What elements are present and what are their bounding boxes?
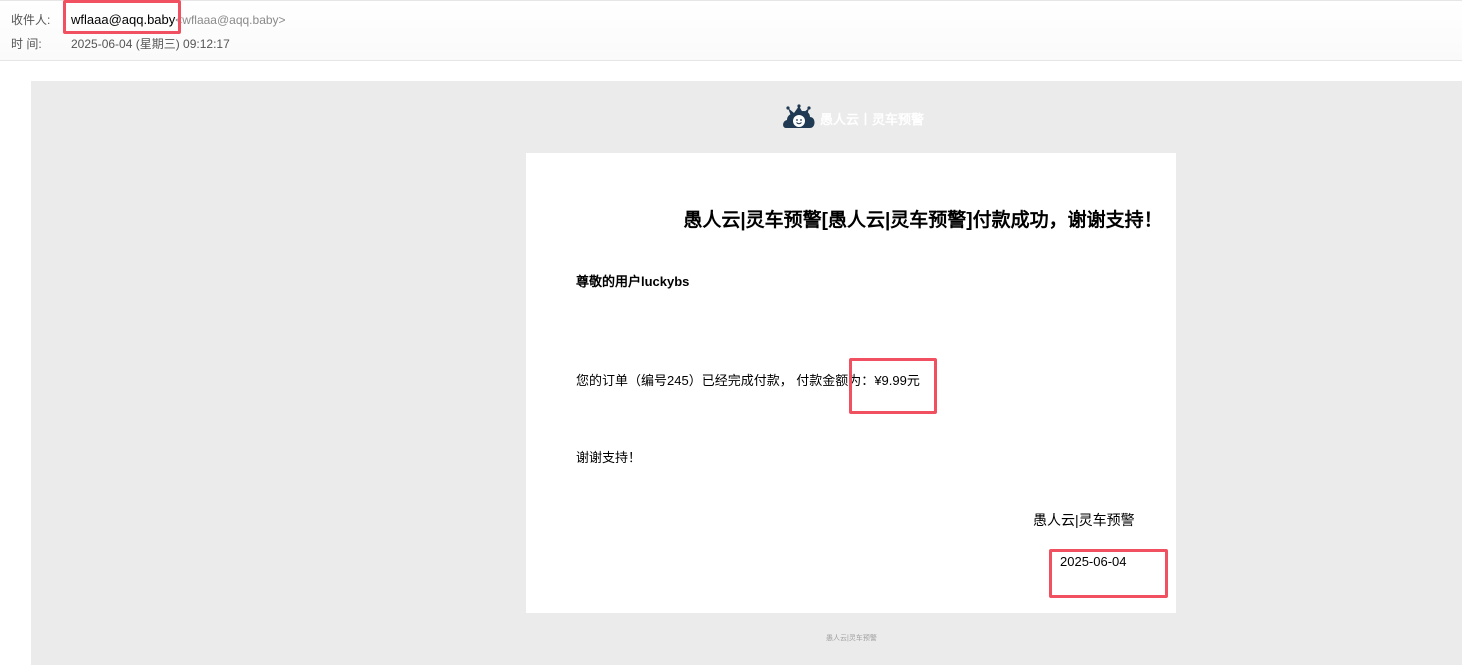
brand-name: 愚人云丨灵车预警 <box>820 111 925 127</box>
highlight-box-date <box>1049 549 1168 598</box>
payment-message-text: 您的订单（编号245）已经完成付款， 付款金额为： <box>576 373 875 388</box>
recipient-label: 收件人: <box>11 13 51 27</box>
time-label: 时 间: <box>11 37 42 51</box>
mail-header: 收件人: wflaaa@aqq.baby<wflaaa@aqq.baby> 时 间… <box>0 0 1462 61</box>
email-title: 愚人云|灵车预警[愚人云|灵车预警]付款成功，谢谢支持！ <box>683 210 1163 231</box>
time-row: 时 间: 2025-06-04 (星期三) 09:12:17 <box>11 35 230 53</box>
time-value: 2025-06-04 (星期三) 09:12:17 <box>71 37 230 51</box>
brand-header: 愚人云丨灵车预警 <box>782 104 924 132</box>
recipient-address[interactable]: <wflaaa@aqq.baby> <box>175 13 285 27</box>
greeting: 尊敬的用户luckybs <box>576 274 690 289</box>
signature: 愚人云|灵车预警 <box>1033 512 1135 528</box>
jester-cloud-icon <box>783 104 815 128</box>
highlight-box-amount <box>849 358 937 414</box>
thanks-text: 谢谢支持！ <box>576 450 642 465</box>
footer-text: 愚人云|灵车预警 <box>826 635 877 642</box>
highlight-box-recipient <box>63 0 181 34</box>
